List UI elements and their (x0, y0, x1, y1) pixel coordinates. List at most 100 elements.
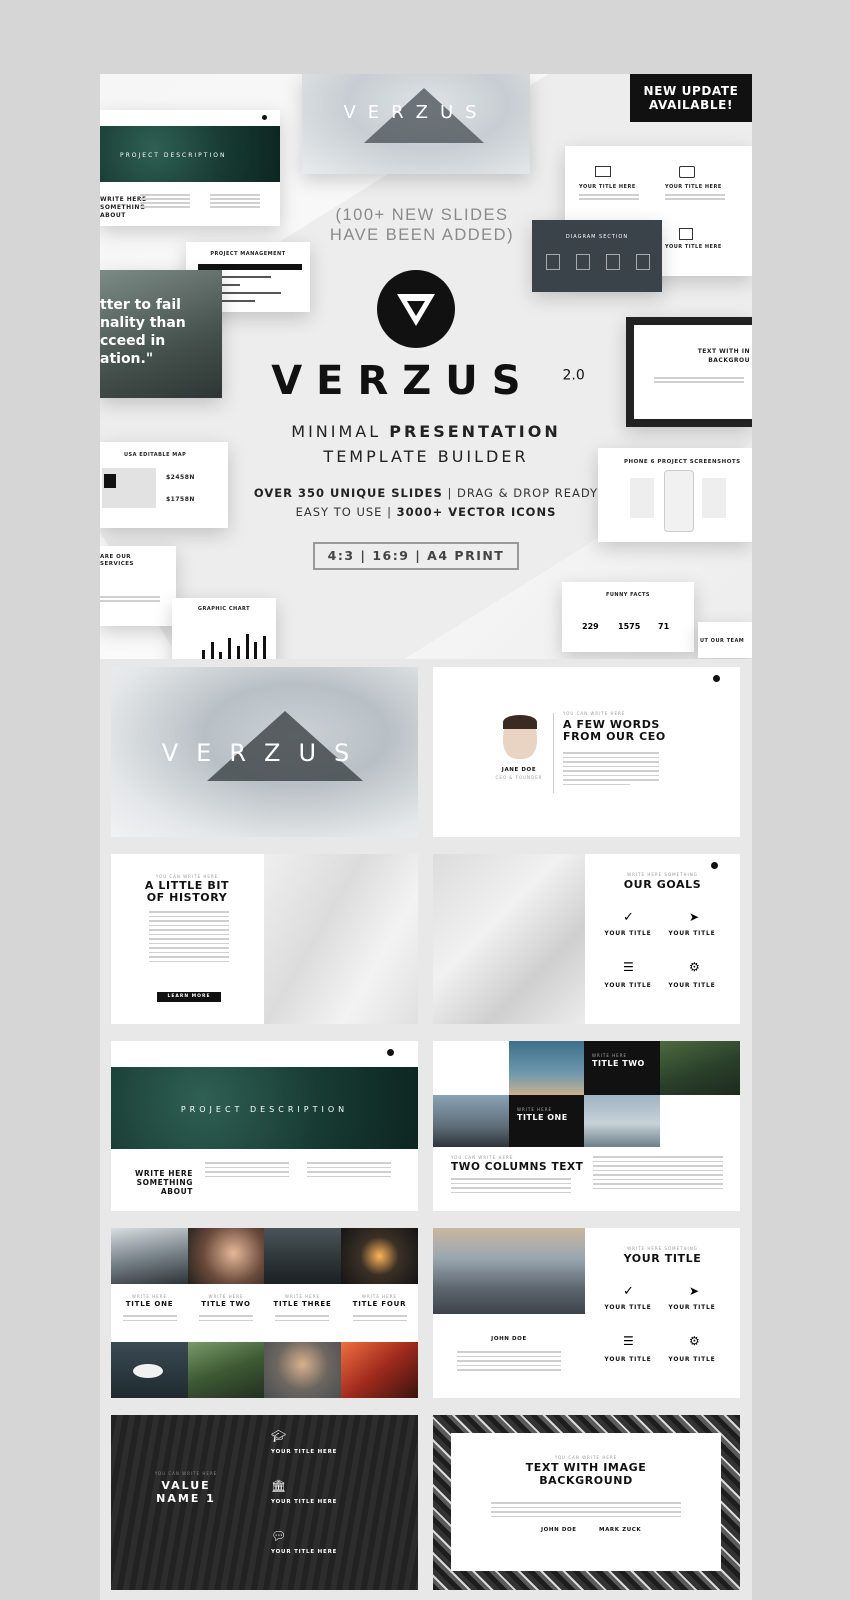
slide-your-title[interactable]: JOHN DOE WRITE HERE SOMETHING YOUR TITLE… (433, 1228, 740, 1398)
slide-text-image[interactable]: YOU CAN WRITE HERE TEXT WITH IMAGE BACKG… (433, 1415, 740, 1590)
subtitle-presentation: PRESENTATION (389, 422, 561, 441)
verzus-logo (377, 270, 455, 348)
learn-more-button[interactable]: LEARN MORE (157, 992, 221, 1002)
mountain-photo (660, 1041, 740, 1095)
slide-cover[interactable]: VERZUS (111, 667, 418, 837)
hex-icons (546, 254, 650, 270)
envelope-icon (595, 166, 611, 177)
check-icon: ✓ (623, 910, 634, 925)
peaks-photo (111, 1228, 188, 1284)
goals-title: OUR GOALS (623, 878, 702, 891)
preview-card-team: UT OUR TEAM (698, 622, 752, 658)
triangle-logo-icon (397, 294, 435, 326)
hex-icon (576, 254, 590, 270)
twi-lines (491, 1499, 681, 1520)
preview-card-usa-map: USA EDITABLE MAP $2458N $1758N (100, 442, 228, 528)
tc-title-one: TITLE ONE (517, 1113, 568, 1122)
usa-value-1: $2458N (166, 474, 195, 481)
history-title-line-2: OF HISTORY (146, 891, 228, 904)
slide-ceo[interactable]: JANE DOE CEO & FOUNDER YOU CAN WRITE HER… (433, 667, 740, 837)
hex-icon (606, 254, 620, 270)
usa-highlight-state (104, 474, 116, 488)
quote-line-3: cceed in (100, 333, 166, 349)
icon-card-lines (579, 192, 639, 202)
goals-kicker: WRITE HERE SOMETHING (627, 872, 698, 877)
quote-line-2: nality than (100, 315, 186, 331)
feature-dragdrop: | DRAG & DROP READY (442, 486, 599, 500)
ceo-role: CEO & FOUNDER (495, 775, 543, 780)
write-here-4: WRITE HERE (362, 1294, 397, 1299)
preview-card-textimg: TEXT WITH IN BACKGROU (626, 317, 752, 427)
city-name: JOHN DOE (491, 1336, 527, 1342)
four-lines-4 (353, 1312, 407, 1324)
team-title: UT OUR TEAM (700, 638, 745, 644)
ceo-body-lines (563, 749, 659, 788)
slide-value[interactable]: YOU CAN WRITE HERE VALUE NAME 1 🎓︎ YOUR … (111, 1415, 418, 1590)
send-icon: ➤ (689, 910, 700, 924)
slide-dot (387, 1049, 394, 1056)
seaside-photo (584, 1095, 660, 1147)
feature-easy: EASY TO USE | (295, 505, 397, 519)
new-update-badge: NEW UPDATE AVAILABLE! (630, 74, 752, 122)
slide-dot (713, 675, 720, 682)
project-desc-title: PROJECT DESCRIPTION (180, 1105, 349, 1114)
four-title-3: TITLE THREE (273, 1300, 332, 1308)
send-icon: ➤ (689, 1284, 700, 1298)
valley-photo (188, 1342, 264, 1398)
architecture-photo (264, 854, 418, 1024)
tc-lines-1 (451, 1175, 571, 1196)
write-here-line-2: SOMETHING (136, 1178, 193, 1187)
history-title: A LITTLE BIT OF HISTORY (111, 880, 263, 904)
slide-goals[interactable]: WRITE HERE SOMETHING OUR GOALS ✓ ➤ YOUR … (433, 854, 740, 1024)
usa-value-2: $1758N (166, 496, 195, 503)
subtitle-minimal: MINIMAL (291, 422, 390, 441)
city-lines (457, 1348, 561, 1374)
title-two-block: WRITE HERE TITLE TWO (584, 1041, 660, 1095)
title-one-block: WRITE HERE TITLE ONE (509, 1095, 584, 1147)
preview-card-phone: PHONE 6 PROJECT SCREENSHOTS (598, 448, 752, 542)
tc-write-here-1: WRITE HERE (517, 1107, 552, 1112)
city-photo (433, 1228, 585, 1314)
chat-bubble-icon: 💬︎ (271, 1529, 287, 1543)
chat-icon (679, 166, 695, 178)
badge-line-1: NEW UPDATE (643, 84, 739, 98)
four-lines-2 (199, 1312, 253, 1324)
slide-project[interactable]: PROJECT DESCRIPTION WRITE HERE SOMETHING… (111, 1041, 418, 1211)
new-slides-text: (100+ NEW SLIDES HAVE BEEN ADDED) (100, 205, 748, 245)
facts-title: FUNNY FACTS (605, 592, 651, 598)
history-lines (149, 908, 229, 965)
icon-card-lines-2 (665, 192, 725, 202)
preview-card-fog: VERZUS (302, 74, 530, 174)
twi-title-line-1: TEXT WITH IMAGE (525, 1461, 647, 1474)
brand-name: VERZUS (271, 358, 535, 404)
value-item-title-2: YOUR TITLE HERE (271, 1499, 338, 1505)
phone-title: PHONE 6 PROJECT SCREENSHOTS (624, 459, 741, 465)
textimg-lines (654, 375, 744, 385)
four-title-4: TITLE FOUR (352, 1300, 407, 1308)
lamp-photo (341, 1228, 418, 1284)
quote-line-1: tter to fail (100, 297, 181, 313)
card-title-a: YOUR TITLE HERE (579, 184, 636, 190)
fact-1: 229 (582, 622, 599, 631)
four-title-2: TITLE TWO (201, 1300, 251, 1308)
aspect-ratios-box: 4:3 | 16:9 | A4 PRINT (313, 542, 519, 570)
card-dot (262, 115, 267, 120)
textimg-line-2: BACKGROU (708, 357, 750, 364)
gear-icon: ⚙ (689, 1334, 700, 1348)
yt-item-1: YOUR TITLE (604, 1304, 652, 1311)
phone-mockup-center (664, 470, 694, 532)
slide-two-columns[interactable]: WRITE HERE TITLE TWO WRITE HERE TITLE ON… (433, 1041, 740, 1211)
cover-title: VERZUS (161, 739, 368, 767)
write-here-line-1: WRITE HERE (135, 1169, 193, 1178)
services-line-1: ARE OUR (100, 554, 132, 560)
project-lines-2 (307, 1159, 391, 1180)
goal-title-3: YOUR TITLE (604, 982, 652, 989)
slide-four-titles[interactable]: WRITE HERE WRITE HERE WRITE HERE WRITE H… (111, 1228, 418, 1398)
twi-name-2: MARK ZUCK (599, 1527, 642, 1533)
hex-icon (636, 254, 650, 270)
services-lines (100, 594, 160, 604)
value-title-line-2: NAME 1 (156, 1492, 216, 1505)
four-lines-1 (123, 1312, 177, 1324)
twi-title-line-2: BACKGROUND (539, 1474, 633, 1487)
slide-history[interactable]: YOU CAN WRITE HERE A LITTLE BIT OF HISTO… (111, 854, 418, 1024)
